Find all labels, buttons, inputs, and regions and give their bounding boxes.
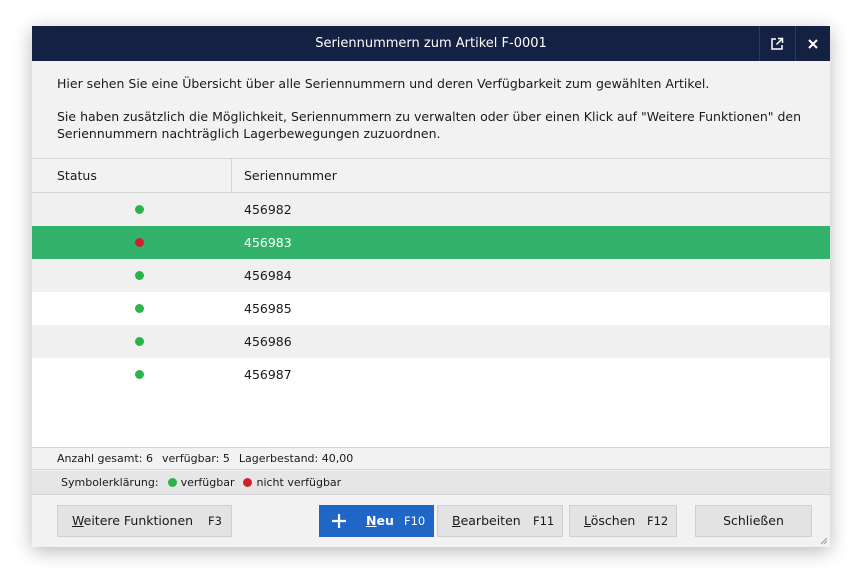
serial-number-cell: 456982 <box>244 202 292 217</box>
serial-number-cell: 456986 <box>244 334 292 349</box>
available-dot-icon <box>135 205 144 214</box>
serial-numbers-dialog: Seriennummern zum Artikel F-0001 Hier se… <box>32 26 830 547</box>
more-functions-button[interactable]: Weitere Funktionen F3 <box>57 505 232 537</box>
available-dot-icon <box>135 337 144 346</box>
column-header-status[interactable]: Status <box>32 159 232 192</box>
edit-label: Bearbeiten <box>452 513 521 528</box>
dialog-title: Seriennummern zum Artikel F-0001 <box>315 36 547 51</box>
popout-button[interactable] <box>759 26 794 61</box>
intro-text: Hier sehen Sie eine Übersicht über alle … <box>32 61 830 158</box>
new-label: Neu <box>366 513 394 528</box>
new-button[interactable]: Neu F10 <box>319 505 434 537</box>
delete-label: Löschen <box>584 513 636 528</box>
intro-line-2: Sie haben zusätzlich die Möglichkeit, Se… <box>57 109 802 141</box>
close-window-button[interactable] <box>795 26 830 61</box>
unavailable-dot-icon <box>243 478 253 487</box>
table-row[interactable]: 456982 <box>32 193 830 226</box>
resize-grip-icon[interactable] <box>818 535 828 545</box>
table-row[interactable]: 456984 <box>32 259 830 292</box>
delete-button[interactable]: Löschen F12 <box>569 505 677 537</box>
legend-unavailable: nicht verfügbar <box>256 476 342 489</box>
plus-icon <box>332 514 346 528</box>
stock-level: Lagerbestand: 40,00 <box>238 452 354 465</box>
available-dot-icon <box>135 271 144 280</box>
legend-available: verfügbar <box>180 476 235 489</box>
table-row[interactable]: 456986 <box>32 325 830 358</box>
available-dot-icon <box>167 478 177 487</box>
serial-number-cell: 456987 <box>244 367 292 382</box>
available-dot-icon <box>135 304 144 313</box>
available-dot-icon <box>135 370 144 379</box>
more-functions-shortcut: F3 <box>208 514 222 528</box>
serial-number-cell: 456983 <box>244 235 292 250</box>
table-row[interactable]: 456987 <box>32 358 830 391</box>
table-row[interactable]: 456983 <box>32 226 830 259</box>
intro-line-1: Hier sehen Sie eine Übersicht über alle … <box>57 76 710 91</box>
legend-label: Symbolerklärung: <box>61 476 159 489</box>
more-functions-label: Weitere Funktionen <box>72 513 194 528</box>
edit-button[interactable]: Bearbeiten F11 <box>437 505 563 537</box>
column-header-serial[interactable]: Seriennummer <box>233 159 830 192</box>
edit-shortcut: F11 <box>533 514 555 528</box>
serial-number-cell: 456984 <box>244 268 292 283</box>
available-count: verfügbar: 5 <box>162 452 230 465</box>
summary-bar: Anzahl gesamt: 6 verfügbar: 5 Lagerbestand… <box>32 448 830 470</box>
delete-shortcut: F12 <box>647 514 669 528</box>
unavailable-dot-icon <box>135 238 144 247</box>
new-shortcut: F10 <box>404 514 426 528</box>
close-button[interactable]: Schließen <box>695 505 812 537</box>
close-icon <box>808 38 818 49</box>
total-count: Anzahl gesamt: 6 <box>57 452 153 465</box>
table-row[interactable]: 456985 <box>32 292 830 325</box>
external-link-icon <box>771 37 784 50</box>
close-label: Schließen <box>723 513 784 528</box>
symbol-legend: Symbolerklärung: verfügbar nicht verfügbar <box>32 471 830 495</box>
serial-number-cell: 456985 <box>244 301 292 316</box>
table-header: Status Seriennummer <box>32 159 830 193</box>
title-bar: Seriennummern zum Artikel F-0001 <box>32 26 830 61</box>
serial-number-table: Status Seriennummer 456982 456983 456984 45… <box>32 158 830 448</box>
button-bar: Weitere Funktionen F3 Neu F10 Bearbeiten… <box>32 496 830 547</box>
